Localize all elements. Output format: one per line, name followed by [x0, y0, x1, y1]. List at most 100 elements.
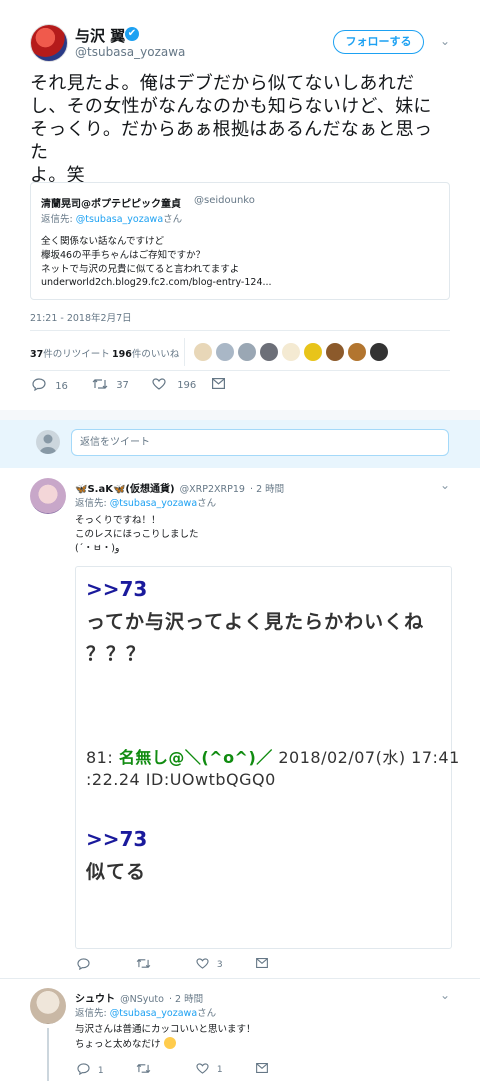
reply-author-handle[interactable]: @NSyuto — [120, 994, 164, 1005]
reply-text-fragment: ちょっと太めなだけ — [75, 1039, 161, 1050]
liker-avatar[interactable] — [326, 343, 344, 361]
tweet-text-line: そっくり。だからあぁ根拠はあるんだなぁと思った — [30, 119, 433, 163]
like-count-label: 件のいいね — [131, 349, 180, 360]
reply-to: 返信先: @tsubasa_yozawaさん — [75, 1005, 216, 1019]
reply-author-name[interactable]: シュウト — [75, 994, 115, 1005]
like-action-count: 3 — [216, 960, 223, 970]
reply-to-handle[interactable]: @tsubasa_yozawa — [110, 498, 197, 509]
like-count[interactable]: 196件のいいね — [112, 346, 179, 360]
chevron-down-icon[interactable]: ⌄ — [440, 34, 450, 48]
reply-time[interactable]: · 2 時間 — [250, 484, 284, 495]
liker-avatar[interactable] — [348, 343, 366, 361]
reply-to-handle[interactable]: @tsubasa_yozawa — [110, 1008, 197, 1019]
retweet-icon — [136, 959, 151, 968]
author-avatar[interactable] — [30, 24, 68, 62]
reply-text: そっくりですね！！ このレスにほっこりしました (´・ㅂ・)و — [75, 514, 199, 556]
liker-avatar[interactable] — [260, 343, 278, 361]
quoted-tweet[interactable]: 清蘭晃司@ポプテピピック童貞 @seidounko 返信先: @tsubasa_… — [30, 182, 450, 300]
reply-to-suffix: さん — [197, 498, 217, 509]
reply-text-line: (´・ㅂ・)و — [75, 543, 120, 554]
smiling-face-emoji-icon — [163, 1037, 176, 1049]
heart-icon — [152, 378, 166, 390]
card-anchor-ref: >>73 — [86, 827, 148, 851]
reply-author-handle[interactable]: @XRP2XRP19 — [180, 484, 245, 495]
section-separator — [0, 410, 480, 420]
envelope-icon — [256, 958, 268, 969]
card-post-id: :22.24 ID:UOwtbQGQ0 — [86, 770, 276, 789]
retweet-button[interactable] — [136, 958, 151, 970]
reply-time[interactable]: · 2 時間 — [169, 994, 203, 1005]
retweet-button[interactable] — [136, 1063, 151, 1075]
liker-avatar[interactable] — [194, 343, 212, 361]
direct-message-button[interactable] — [256, 958, 268, 971]
like-button[interactable]: 1 — [196, 1063, 223, 1075]
reply-to: 返信先: @tsubasa_yozawaさん — [75, 495, 216, 509]
tweet-text-line: し、その女性がなんなのかも知らないけど、妹に — [30, 96, 432, 117]
reply-to-prefix: 返信先: — [75, 1008, 110, 1019]
retweet-count[interactable]: 37件のリツイート — [30, 346, 110, 360]
reply-button[interactable]: 16 — [32, 378, 68, 392]
liker-avatar[interactable] — [282, 343, 300, 361]
like-button[interactable]: 3 — [196, 958, 223, 970]
tweet-timestamp[interactable]: 21:21 - 2018年2月7日 — [30, 310, 132, 324]
card-post-number: 81: — [86, 748, 119, 767]
chevron-down-icon[interactable]: ⌄ — [440, 478, 450, 492]
card-post-name: 名無し@＼(^o^)／ — [118, 748, 273, 767]
reply-to-suffix: さん — [163, 214, 183, 225]
author-name[interactable]: 与沢 翼 — [75, 25, 125, 46]
verified-badge-icon: ✔ — [125, 27, 139, 41]
chevron-down-icon[interactable]: ⌄ — [440, 988, 450, 1002]
card-post-meta: 81: 名無し@＼(^o^)／ 2018/02/07(水) 17:41 — [86, 744, 460, 768]
reply-text-line: このレスにほっこりしました — [75, 529, 199, 540]
author-handle[interactable]: @tsubasa_yozawa — [75, 45, 185, 59]
reply-count: 1 — [97, 1066, 104, 1076]
reply-to-prefix: 返信先: — [75, 498, 110, 509]
reply-text-line: ちょっと太めなだけ — [75, 1037, 256, 1052]
tweet-text: それ見たよ。俺はデブだから似てないしあれだ し、その女性がなんなのかも知らないけ… — [30, 72, 450, 187]
reply-icon — [77, 958, 90, 970]
reply-button[interactable] — [77, 958, 90, 971]
reply-text-line: そっくりですね！！ — [75, 515, 161, 526]
card-anchor-ref: >>73 — [86, 577, 148, 601]
quote-author-handle: @seidounko — [194, 195, 255, 206]
tweet-text-line: それ見たよ。俺はデブだから似てないしあれだ — [30, 73, 415, 94]
liker-avatar[interactable] — [238, 343, 256, 361]
reply-icon — [32, 378, 46, 391]
retweet-icon — [92, 379, 108, 389]
reply-author-name[interactable]: 🦋S.aK🦋(仮想通貨) — [75, 484, 175, 495]
direct-message-button[interactable] — [256, 1063, 268, 1076]
retweet-icon — [136, 1064, 151, 1073]
quote-author-name: 清蘭晃司@ポプテピピック童貞 — [41, 199, 181, 210]
retweet-count-label: 件のリツイート — [43, 349, 110, 360]
quote-text-line: 全く関係ない話なんですけど — [41, 236, 165, 247]
reply-avatar[interactable] — [30, 478, 66, 514]
reply-avatar[interactable] — [30, 988, 66, 1024]
liker-avatar[interactable] — [304, 343, 322, 361]
current-user-avatar — [36, 430, 60, 454]
heart-icon — [196, 958, 209, 969]
reply-count: 16 — [55, 381, 68, 392]
quote-link: underworld2ch.blog29.fc2.com/blog-entry-… — [41, 277, 272, 288]
reply-text: 与沢さんは普通にカッコいいと思います！ ちょっと太めなだけ — [75, 1023, 256, 1052]
reply-icon — [77, 1063, 90, 1075]
liker-avatar[interactable] — [370, 343, 388, 361]
follow-button[interactable]: フォローする — [333, 30, 424, 54]
reply-input[interactable]: 返信をツイート — [71, 429, 449, 456]
reply-button[interactable]: 1 — [77, 1063, 104, 1076]
retweet-button[interactable]: 37 — [92, 378, 129, 391]
reply-text-line: 与沢さんは普通にカッコいいと思います！ — [75, 1024, 256, 1035]
thread-connector-line — [47, 1028, 49, 1081]
like-count-value: 196 — [112, 349, 132, 360]
heart-icon — [196, 1063, 209, 1074]
like-action-count: 196 — [177, 380, 197, 391]
retweet-action-count: 37 — [116, 380, 129, 391]
reply-image[interactable]: >>73 ってか与沢ってよく見たらかわいくね ？？？ 81: 名無し@＼(^o^… — [75, 566, 459, 949]
like-button[interactable]: 196 — [152, 378, 196, 391]
quote-text-line: 欅坂46の平手ちゃんはご存知ですか？ — [41, 250, 206, 261]
divider — [184, 338, 185, 366]
reply-header: シュウト @NSyuto · 2 時間 — [75, 987, 203, 1006]
reply-header: 🦋S.aK🦋(仮想通貨) @XRP2XRP19 · 2 時間 — [75, 477, 284, 496]
direct-message-button[interactable] — [212, 378, 226, 392]
liker-avatar[interactable] — [216, 343, 234, 361]
like-action-count: 1 — [216, 1065, 223, 1075]
